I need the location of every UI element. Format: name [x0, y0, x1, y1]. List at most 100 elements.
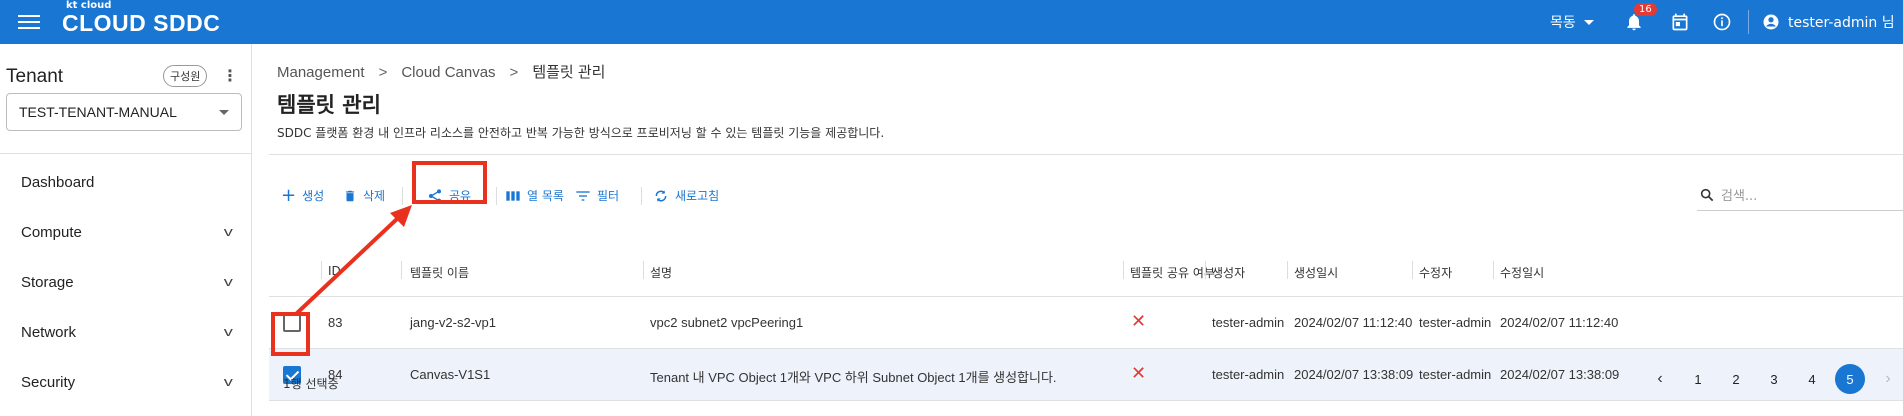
- refresh-icon: [655, 189, 667, 202]
- columns-label: 열 목록: [527, 189, 564, 203]
- region-label: 목동: [1550, 15, 1576, 31]
- search-input[interactable]: 검색...: [1697, 179, 1903, 211]
- info-icon: [1713, 13, 1731, 31]
- caret-down-icon: [1583, 19, 1594, 25]
- column-divider: [1287, 261, 1288, 279]
- column-header-shared[interactable]: 템플릿 공유 여부: [1130, 264, 1215, 281]
- caret-down-icon: [219, 110, 229, 115]
- brand-logo[interactable]: CLOUD SDDC: [62, 10, 220, 37]
- delete-button[interactable]: 삭제: [343, 187, 385, 204]
- close-icon: ✕: [1131, 311, 1147, 331]
- main-content: Management > Cloud Canvas > 템플릿 관리 템플릿 관리 SD…: [253, 44, 1903, 416]
- page-button[interactable]: 4: [1797, 364, 1827, 394]
- info-button[interactable]: [1712, 0, 1732, 44]
- column-divider: [1412, 261, 1413, 279]
- toolbar-divider: [641, 187, 642, 205]
- table-toolbar: + 생성 삭제 공유 열 목록 필터 새로고침 검색...: [279, 177, 1903, 213]
- notification-badge: 16: [1634, 3, 1657, 16]
- refresh-label: 새로고침: [675, 189, 720, 203]
- cell-description: vpc2 subnet2 vpcPeering1: [650, 315, 804, 330]
- checkbox-highlight-box: [271, 312, 310, 356]
- chevron-down-icon: v: [223, 224, 233, 239]
- sidebar-divider: [0, 153, 252, 154]
- filter-label: 필터: [597, 189, 620, 203]
- breadcrumb: Management > Cloud Canvas > 템플릿 관리: [277, 61, 605, 82]
- chevron-left-icon[interactable]: ‹: [1645, 364, 1675, 394]
- sidebar-item-label: Storage: [21, 274, 74, 291]
- view-column-icon: [506, 190, 520, 201]
- notifications-button[interactable]: 16: [1624, 0, 1657, 44]
- account-icon: [1763, 14, 1779, 30]
- top-app-bar: kt cloud CLOUD SDDC 목동 16 tester-admin 님: [0, 0, 1903, 44]
- column-header-modifier[interactable]: 수정자: [1419, 264, 1452, 281]
- column-divider: [321, 261, 322, 279]
- chevron-down-icon: v: [223, 374, 233, 389]
- sidebar-item-dashboard[interactable]: Dashboard: [21, 174, 231, 191]
- cell-modifier: tester-admin: [1419, 315, 1492, 330]
- table-footer: 1행 선택중 ‹ 1 2 3 4 5 ›: [269, 362, 1903, 416]
- page-button[interactable]: 1: [1683, 364, 1713, 394]
- cell-name: jang-v2-s2-vp1: [410, 315, 496, 330]
- pagination: ‹ 1 2 3 4 5 ›: [1645, 364, 1903, 394]
- calendar-button[interactable]: [1670, 0, 1690, 44]
- plus-icon: +: [281, 184, 297, 206]
- column-divider: [643, 261, 644, 279]
- create-button[interactable]: + 생성: [281, 184, 325, 206]
- trash-icon: [345, 190, 355, 201]
- sidebar-item-label: Network: [21, 324, 77, 341]
- table-header: ID 템플릿 이름 설명 템플릿 공유 여부 생성자 생성일시 수정자 수정일시: [269, 245, 1903, 297]
- create-label: 생성: [302, 189, 325, 203]
- column-divider: [1493, 261, 1494, 279]
- column-divider: [1205, 261, 1206, 279]
- search-icon: [1700, 188, 1714, 201]
- refresh-button[interactable]: 새로고침: [653, 187, 719, 204]
- sidebar-item-storage[interactable]: Storage v: [21, 274, 232, 291]
- column-header-created[interactable]: 생성일시: [1294, 264, 1338, 281]
- share-highlight-box: [412, 161, 487, 204]
- user-name: tester-admin 님: [1788, 15, 1895, 31]
- header-divider: [1748, 10, 1749, 34]
- table-row[interactable]: 83 jang-v2-s2-vp1 vpc2 subnet2 vpcPeerin…: [269, 297, 1903, 349]
- calendar-icon: [1672, 13, 1688, 31]
- column-divider: [401, 261, 402, 279]
- sidebar-item-label: Dashboard: [21, 174, 95, 191]
- cell-id: 83: [328, 315, 343, 330]
- column-header-modified[interactable]: 수정일시: [1500, 264, 1544, 281]
- sidebar-item-label: Security: [21, 374, 76, 391]
- column-header-name[interactable]: 템플릿 이름: [410, 264, 469, 281]
- sidebar-item-compute[interactable]: Compute v: [21, 224, 233, 241]
- columns-button[interactable]: 열 목록: [505, 187, 564, 204]
- chevron-right-icon: >: [378, 64, 388, 81]
- page-button[interactable]: 3: [1759, 364, 1789, 394]
- tenant-select[interactable]: TEST-TENANT-MANUAL: [6, 93, 242, 131]
- header-divider: [269, 154, 1903, 155]
- delete-label: 삭제: [363, 189, 386, 203]
- user-menu[interactable]: tester-admin 님: [1762, 0, 1895, 44]
- breadcrumb-management[interactable]: Management: [277, 64, 365, 81]
- sidebar-item-network[interactable]: Network v: [21, 324, 232, 341]
- sidebar-item-security[interactable]: Security v: [21, 374, 233, 391]
- page-button[interactable]: 2: [1721, 364, 1751, 394]
- tenant-select-value: TEST-TENANT-MANUAL: [19, 104, 177, 120]
- sidebar: Tenant 구성원 ⋮ TEST-TENANT-MANUAL Dashboar…: [0, 44, 252, 416]
- filter-button[interactable]: 필터: [575, 187, 619, 204]
- column-header-description[interactable]: 설명: [650, 264, 672, 281]
- chevron-right-icon: >: [509, 64, 519, 81]
- toolbar-divider: [496, 187, 497, 205]
- region-select[interactable]: 목동: [1550, 0, 1594, 44]
- member-chip[interactable]: 구성원: [163, 65, 208, 87]
- column-header-creator[interactable]: 생성자: [1212, 264, 1245, 281]
- column-divider: [1123, 261, 1124, 279]
- page-description: SDDC 플랫폼 환경 내 인프라 리소스를 안전하고 반복 가능한 방식으로 …: [277, 126, 885, 140]
- page-title: 템플릿 관리: [277, 93, 381, 117]
- chevron-right-icon[interactable]: ›: [1873, 364, 1903, 394]
- filter-icon: [576, 190, 590, 201]
- column-header-id[interactable]: ID: [328, 264, 341, 278]
- more-vert-icon[interactable]: ⋮: [222, 66, 238, 85]
- page-button-current[interactable]: 5: [1835, 364, 1865, 394]
- cell-created: 2024/02/07 11:12:40: [1294, 315, 1413, 330]
- breadcrumb-cloud-canvas[interactable]: Cloud Canvas: [401, 64, 495, 81]
- breadcrumb-current: 템플릿 관리: [532, 64, 606, 81]
- search-placeholder: 검색...: [1721, 189, 1758, 204]
- hamburger-menu-icon[interactable]: [18, 11, 40, 33]
